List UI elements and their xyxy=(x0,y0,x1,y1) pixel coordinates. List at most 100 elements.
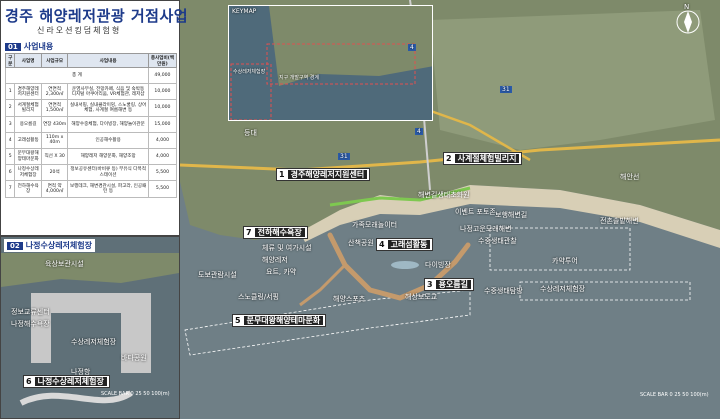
cell: 5,500 xyxy=(147,180,178,198)
map-label: 도보관람시설 xyxy=(198,271,237,279)
road-number: 31 xyxy=(338,153,350,160)
table-row: 7 전하해수욕장 면적 약 4,000㎡ 보행데크, 해변경관시설, 파고라, 인공패… xyxy=(4,180,178,198)
cell: 직선 X 30 xyxy=(40,147,69,166)
zone-number: 7 xyxy=(246,228,252,237)
road-number: 31 xyxy=(500,86,512,93)
page-subtitle: 신라오션킹덤체험형 xyxy=(37,26,122,35)
cell: 4 xyxy=(4,131,16,149)
cell: 연면적 1,500㎡ xyxy=(40,99,69,117)
inset-label: 수상레저체험장 xyxy=(71,338,117,346)
cell: 20석 xyxy=(40,164,69,182)
cell: 1 xyxy=(4,83,16,101)
section1-number: 01 xyxy=(5,43,21,51)
table-row: 2 서계절체험빌리지 연면적 1,500㎡ 실내서핑, 실내클라이밍, 스노쿨링, 상… xyxy=(4,99,178,117)
cell: 문무대왕해양테마문화 xyxy=(14,147,42,166)
map-label: 수중생태탐방 xyxy=(484,287,523,295)
col-header: 사업규모 xyxy=(40,53,69,68)
zone-name: 나정수상레저체험장 xyxy=(34,377,107,386)
cell: 운영사무실, 전망카페, 식음 및 숙박동 디지털 아쿠아리움, VR체험관, … xyxy=(67,83,149,101)
keymap-label: KEYMAP xyxy=(232,8,257,15)
zone-number: 2 xyxy=(446,154,452,163)
zone-2-label: 2 사계절체험빌리지 xyxy=(443,152,523,165)
cell: 서계절체험빌리지 xyxy=(14,99,42,117)
col-header: 총사업비(백만원) xyxy=(147,53,178,68)
section1-title: 사업내용 xyxy=(23,42,54,51)
cell: 해양수중체험, 다이빙장, 해양놀이관문 xyxy=(67,115,149,133)
cell: 정보공유센터(바비큐 등) 부유식 다목적스테이션 xyxy=(67,164,149,182)
scale-tick: 100(m) xyxy=(690,392,709,398)
inset-label: 나정해수욕장 xyxy=(11,320,50,328)
cell: 실내서핑, 실내클라이밍, 스노쿨링, 상어체험, 사계절 여름해변 등 xyxy=(67,99,149,117)
cell: 용오름길 xyxy=(14,115,42,133)
cell: 7 xyxy=(4,180,16,198)
cell: 인공해수활용 xyxy=(67,131,149,149)
zone-5-label: 5 문무대왕해양테마문화 xyxy=(232,314,327,327)
map-label: 보행해변길 xyxy=(495,211,528,219)
zone-name: 용오름길 xyxy=(435,280,472,289)
scale-tick: 0 xyxy=(130,391,134,397)
map-label: 나정고운모래해변 xyxy=(460,225,512,233)
section2-title: 나정수상레저체험장 xyxy=(25,241,92,250)
zone-number: 3 xyxy=(427,280,433,289)
zone-name: 전하해수욕장 xyxy=(254,228,305,237)
keymap-place: 지구 개발구역 경계 xyxy=(279,75,319,81)
keymap-place: 수상레저체험장 xyxy=(233,69,266,75)
map-label: 해변길생태초화원 xyxy=(418,191,470,199)
scale-tick: 0 xyxy=(669,392,673,398)
zone-number: 4 xyxy=(379,240,385,249)
inset-panel: 02 나정수상레저체험장 육상보관시설 정보교류센터 나정해수욕장 수상레저체험장… xyxy=(0,236,180,419)
map-label: 체류 및 여가시설 xyxy=(262,244,312,252)
cell: 15,000 xyxy=(147,115,178,133)
cell: 5,500 xyxy=(147,164,178,182)
cell: 연면적 2,300㎡ xyxy=(40,83,69,101)
cell: 나정수상레저체험장 xyxy=(14,164,42,182)
north-label: N xyxy=(684,3,690,11)
section1-heading: 01 사업내용 xyxy=(5,41,53,52)
cell: 4,000 xyxy=(147,131,178,149)
map-label: 수중생태관찰 xyxy=(478,237,517,245)
inset-label: 바다공원 xyxy=(121,354,147,362)
cell: 해양레저 해양문화, 해양조망 xyxy=(67,147,149,166)
cell: 4,000 xyxy=(147,147,178,166)
table-row: 3 용오름길 연장 430m 해양수중체험, 다이빙장, 해양놀이관문 15,000 xyxy=(4,115,178,133)
scale-label: SCALE BAR xyxy=(101,391,129,397)
scale-bar: SCALE BAR 0 25 50 100(m) xyxy=(101,391,170,397)
scale-tick: 50 xyxy=(143,391,150,397)
zone-name: 경주해양레저지원센터 xyxy=(287,170,368,179)
whale-island xyxy=(391,261,419,269)
cell: 보행데크, 해변경관시설, 파고라, 인공패턴 등 xyxy=(67,180,149,198)
inset-label: 정보교류센터 xyxy=(11,308,50,316)
map-label: 산책공원 xyxy=(348,239,374,247)
map-label: 해안선 xyxy=(620,173,640,181)
zone-4-label: 4 고래섬활동 xyxy=(376,238,434,251)
cell: 전하해수욕장 xyxy=(14,180,42,198)
inset-land xyxy=(1,253,179,287)
zone-1-label: 1 경주해양레저지원센터 xyxy=(276,168,371,181)
map-label: 요트, 카약 xyxy=(266,268,297,276)
page-title: 경주 해양레저관광 거점사업 xyxy=(5,7,189,25)
map-label: 스노클링/서핑 xyxy=(238,293,279,301)
map-label: 이벤트 포토존 xyxy=(455,208,496,216)
table-row: 6 나정수상레저체험장 20석 정보공유센터(바비큐 등) 부유식 다목적스테이션 5,… xyxy=(4,164,178,182)
cell: 10,000 xyxy=(147,83,178,101)
road-number: 4 xyxy=(415,128,423,135)
zone-6-label: 6 나정수상레저체험장 xyxy=(23,375,110,388)
cell: 10,000 xyxy=(147,99,178,117)
table-row: 1 경주해양레저지원센터 연면적 2,300㎡ 운영사무실, 전망카페, 식음 및 숙… xyxy=(4,83,178,101)
cell: 3 xyxy=(4,115,16,133)
cell: 6 xyxy=(4,164,16,182)
zone-name: 문무대왕해양테마문화 xyxy=(243,316,324,325)
keymap: KEYMAP 수상레저체험장 지구 개발구역 경계 xyxy=(228,5,433,121)
total-value: 49,000 xyxy=(147,66,178,85)
scale-tick: 100(m) xyxy=(151,391,170,397)
cell: 면적 약 4,000㎡ xyxy=(40,180,69,198)
zone-number: 6 xyxy=(26,377,32,386)
zone-3-label: 3 용오름길 xyxy=(424,278,475,291)
road-number: 4 xyxy=(408,44,416,51)
map-label: 수상레저체험장 xyxy=(540,285,586,293)
scale-label: SCALE BAR xyxy=(640,392,668,398)
cell: 2 xyxy=(4,99,16,117)
map-label: 카약투어 xyxy=(552,257,578,265)
map-label: 가족모래놀이터 xyxy=(352,221,398,229)
table-total-row: 총 계 49,000 xyxy=(5,66,178,85)
